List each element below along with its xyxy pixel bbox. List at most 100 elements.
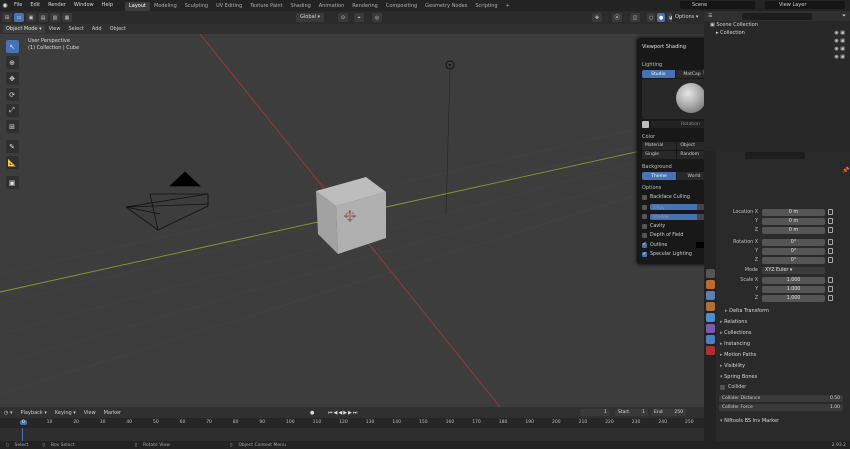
menu-help[interactable]: Help — [98, 0, 117, 11]
tab-animation[interactable]: Animation — [315, 2, 349, 11]
view-menu[interactable]: View — [80, 410, 100, 416]
menu-render[interactable]: Render — [44, 0, 70, 11]
marker-menu[interactable]: Marker — [100, 410, 125, 416]
lock-icon[interactable] — [828, 218, 833, 224]
select-tool-icon[interactable]: ↖ — [5, 40, 19, 53]
delta-transform-section[interactable]: Delta Transform — [725, 308, 769, 314]
rotate-tool-icon[interactable]: ⟳ — [5, 88, 19, 101]
outliner-row-cube[interactable]: ◉ ▣ — [704, 45, 850, 53]
visibility-eye-icon[interactable]: ◉ ▣ — [834, 38, 845, 44]
select-mode-subtract-icon[interactable]: ▤ — [38, 13, 48, 22]
keying-menu[interactable]: Keying ▾ — [51, 410, 80, 416]
add-workspace-icon[interactable]: + — [506, 3, 510, 9]
tab-geometry-nodes[interactable]: Geometry Nodes — [421, 2, 471, 11]
outliner-row-camera[interactable]: ◉ ▣ — [704, 37, 850, 45]
location-x-field[interactable]: 0 m — [762, 208, 825, 216]
color-material-button[interactable]: Material — [642, 142, 677, 150]
shading-wireframe-icon[interactable]: ○ — [647, 13, 656, 22]
3d-viewport[interactable]: User Perspective (1) Collection | Cube — [0, 34, 704, 407]
transform-orientation-dropdown[interactable]: Global ▾ — [296, 13, 325, 22]
scale-tool-icon[interactable]: ⤢ — [5, 104, 19, 117]
tab-rendering[interactable]: Rendering — [348, 2, 382, 11]
collider-checkbox[interactable] — [720, 385, 725, 391]
cavity-checkbox[interactable] — [642, 223, 647, 229]
xray-toggle-icon[interactable]: ◫ — [630, 13, 640, 22]
properties-search-input[interactable] — [745, 152, 805, 159]
color-single-button[interactable]: Single — [642, 151, 677, 159]
spring-bones-section[interactable]: Spring Bones — [720, 374, 757, 380]
instancing-section[interactable]: Instancing — [720, 341, 750, 347]
tab-uv-editing[interactable]: UV Editing — [212, 2, 246, 11]
outline-checkbox[interactable] — [642, 241, 647, 248]
menu-edit[interactable]: Edit — [26, 0, 44, 11]
visibility-section[interactable]: Visibility — [720, 363, 745, 369]
lock-icon[interactable] — [828, 295, 833, 301]
collider-row[interactable]: Collider — [720, 383, 746, 393]
snap-icon[interactable]: ⌖ — [354, 13, 364, 22]
record-icon[interactable]: ● — [310, 410, 314, 416]
lock-icon[interactable] — [828, 239, 833, 245]
tab-texture-paint[interactable]: Texture Paint — [246, 2, 286, 11]
depth-of-field-checkbox[interactable] — [642, 233, 647, 239]
lighting-studio-button[interactable]: Studio — [642, 70, 676, 78]
tab-layout[interactable]: Layout — [125, 1, 150, 11]
shading-solid-icon[interactable]: ● — [657, 13, 666, 22]
blender-logo-icon[interactable]: ◉ — [0, 0, 10, 11]
tab-shading[interactable]: Shading — [286, 2, 314, 11]
lock-icon[interactable] — [828, 227, 833, 233]
playback-menu[interactable]: Playback ▾ — [16, 410, 50, 416]
proportional-edit-icon[interactable]: ◎ — [372, 13, 382, 22]
playback-controls[interactable]: ⏮◀◀▶▶⏭ — [328, 410, 358, 416]
collider-distance-field[interactable]: Collider Distance 0.50 — [719, 395, 843, 402]
scale-y-field[interactable]: 1.000 — [762, 285, 825, 293]
current-frame-field[interactable]: 1 — [580, 409, 610, 416]
outliner-type-icon[interactable]: ☰ — [708, 13, 712, 19]
annotate-tool-icon[interactable]: ✎ — [5, 140, 19, 153]
world-space-lighting-icon[interactable] — [642, 120, 649, 128]
lock-icon[interactable] — [828, 248, 833, 254]
location-z-field[interactable]: 0 m — [762, 226, 825, 234]
location-y-field[interactable]: 0 m — [762, 217, 825, 225]
rotation-z-field[interactable]: 0° — [762, 256, 825, 264]
light-object[interactable] — [445, 60, 455, 215]
material-tab-icon[interactable] — [705, 346, 715, 355]
shadow-checkbox[interactable] — [642, 214, 647, 220]
camera-object[interactable] — [125, 171, 209, 231]
measure-tool-icon[interactable]: 📐 — [5, 156, 19, 169]
rotation-mode-dropdown[interactable]: XYZ Euler ▾ — [762, 266, 825, 274]
select-mode-box-icon[interactable]: ▭ — [14, 13, 24, 22]
outliner-filter-icon[interactable]: ⏷ — [842, 13, 846, 19]
cursor-tool-icon[interactable]: ⊕ — [5, 56, 19, 69]
specular-lighting-checkbox[interactable] — [642, 251, 647, 258]
end-frame-field[interactable]: End 250 — [651, 409, 686, 416]
view-layer-selector[interactable]: View Layer — [765, 1, 845, 9]
rotation-y-field[interactable]: 0° — [762, 247, 825, 255]
backface-culling-checkbox[interactable] — [642, 195, 647, 201]
particles-tab-icon[interactable] — [705, 324, 715, 333]
menu-object[interactable]: Object — [106, 24, 130, 34]
timeline-editor-icon[interactable]: ◷ ▾ — [0, 410, 16, 416]
select-mode-invert-icon[interactable]: ▥ — [50, 13, 60, 22]
collections-section[interactable]: Collections — [720, 330, 751, 336]
pivot-icon[interactable]: ⊙ — [338, 13, 348, 22]
lock-icon[interactable] — [828, 277, 833, 283]
move-tool-icon[interactable]: ✥ — [5, 72, 19, 85]
xray-checkbox[interactable] — [642, 204, 647, 210]
transform-tool-icon[interactable]: ⊞ — [5, 120, 19, 133]
menu-select[interactable]: Select — [64, 24, 87, 34]
physics-tab-icon[interactable] — [705, 335, 715, 344]
tool-tab-icon[interactable] — [705, 269, 715, 278]
timeline-track[interactable] — [0, 428, 704, 441]
start-frame-field[interactable]: Start 1 — [615, 409, 648, 416]
select-mode-extend-icon[interactable]: ▣ — [26, 13, 36, 22]
menu-add[interactable]: Add — [88, 24, 106, 34]
editor-type-icon[interactable]: ⊞ — [2, 13, 12, 22]
modifier-tab-icon[interactable] — [705, 313, 715, 322]
tab-scripting[interactable]: Scripting — [471, 2, 501, 11]
menu-view[interactable]: View — [45, 24, 65, 34]
timeline-ruler[interactable]: 0 10 20 30 40 50 60 70 80 90 100 110 120 130 140 150 160… — [0, 418, 704, 428]
select-mode-intersect-icon[interactable]: ▦ — [62, 13, 72, 22]
visibility-eye-icon[interactable]: ◉ ▣ — [834, 54, 845, 60]
background-theme-button[interactable]: Theme — [642, 172, 677, 180]
outliner-search-input[interactable] — [742, 12, 813, 20]
